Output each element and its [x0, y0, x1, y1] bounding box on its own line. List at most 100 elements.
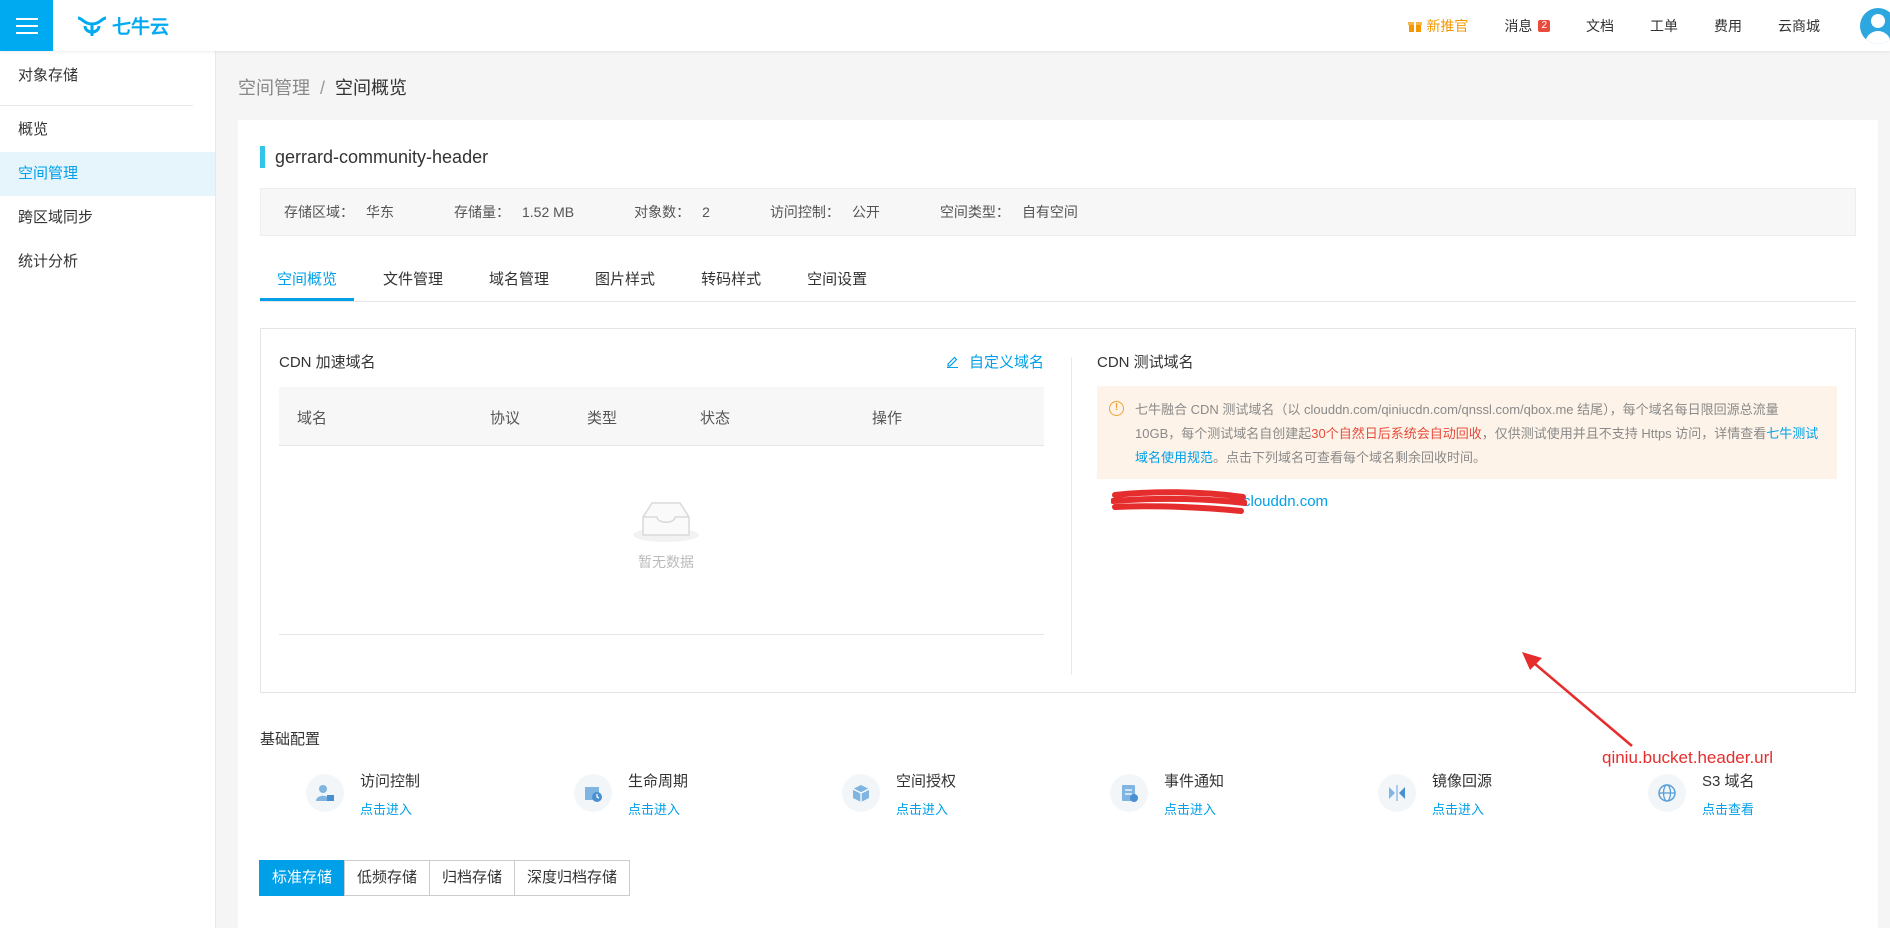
col-actions: 操作	[872, 410, 903, 427]
feature-name: 镜像回源	[1432, 773, 1493, 790]
sidebar-title[interactable]: 对象存储	[0, 51, 193, 106]
info-type-value: 自有空间	[1021, 204, 1078, 220]
messages-badge: 2	[1538, 19, 1550, 32]
tab-files[interactable]: 文件管理	[366, 260, 460, 301]
messages-label: 消息	[1504, 17, 1533, 34]
logo-text: 七牛云	[112, 17, 170, 38]
tab-archive-storage[interactable]: 归档存储	[429, 860, 516, 896]
feature-name: 事件通知	[1164, 773, 1225, 790]
messages-link[interactable]: 消息 2	[1504, 16, 1550, 36]
info-objects-value: 2	[702, 204, 710, 220]
feature-lifecycle[interactable]: 生命周期 点击进入	[574, 768, 688, 818]
feature-access-control[interactable]: 访问控制 点击进入	[306, 768, 420, 818]
test-domain-notice: ! 七牛融合 CDN 测试域名（以 clouddn.com/qiniucdn.c…	[1097, 386, 1837, 479]
basic-config-title: 基础配置	[260, 731, 321, 748]
bucket-tabs: 空间概览 文件管理 域名管理 图片样式 转码样式 空间设置	[260, 260, 1856, 302]
event-notify-icon	[1110, 774, 1148, 812]
market-link[interactable]: 云商城	[1778, 16, 1820, 36]
empty-text: 暂无数据	[638, 554, 694, 570]
feature-link[interactable]: 点击进入	[1164, 799, 1224, 818]
info-type-label: 空间类型：	[939, 204, 1010, 220]
info-region-value: 华东	[366, 204, 394, 220]
feature-link[interactable]: 点击进入	[360, 799, 420, 818]
info-access-value: 公开	[851, 204, 880, 220]
tab-infrequent-storage[interactable]: 低频存储	[344, 860, 431, 896]
logo[interactable]: 七牛云	[76, 12, 169, 39]
feature-name: 生命周期	[628, 773, 689, 790]
menu-icon[interactable]	[0, 0, 53, 51]
breadcrumb-current: 空间概览	[335, 78, 408, 98]
annotation-text: qiniu.bucket.header.url	[1602, 748, 1774, 767]
test-domain-title: CDN 测试域名	[1097, 354, 1194, 371]
tab-overview[interactable]: 空间概览	[260, 260, 355, 301]
col-status: 状态	[700, 410, 731, 427]
feature-link[interactable]: 点击查看	[1702, 799, 1755, 818]
info-access: 访问控制： 公开	[770, 202, 880, 222]
tab-deep-archive-storage[interactable]: 深度归档存储	[514, 860, 631, 896]
bucket-info-bar: 存储区域： 华东 存储量： 1.52 MB 对象数： 2 访问控制： 公开 空间类型： 自…	[260, 188, 1856, 236]
info-objects-label: 对象数：	[634, 204, 691, 220]
billing-link[interactable]: 费用	[1714, 16, 1742, 36]
feature-mirror[interactable]: 镜像回源 点击进入	[1378, 768, 1492, 818]
top-bar: 七牛云 新推官 消息 2 文档 工单 费用 云商城	[0, 0, 1890, 51]
globe-icon	[1648, 774, 1686, 812]
promo-link[interactable]: 新推官	[1408, 16, 1468, 36]
feature-event-notify[interactable]: 事件通知 点击进入	[1110, 768, 1224, 818]
feature-link[interactable]: 点击进入	[896, 799, 956, 818]
tab-transcode-styles[interactable]: 转码样式	[684, 260, 778, 301]
feature-authorization[interactable]: 空间授权 点击进入	[842, 768, 956, 818]
sidebar-item-overview[interactable]: 概览	[0, 108, 215, 152]
feature-s3-domain[interactable]: S3 域名点击查看	[1648, 768, 1755, 818]
empty-state: 暂无数据	[630, 495, 702, 572]
tab-settings[interactable]: 空间设置	[790, 260, 884, 301]
redaction-scribble	[1111, 489, 1247, 514]
bucket-name: gerrard-community-header	[260, 146, 488, 168]
top-nav: 新推官 消息 2 文档 工单 费用 云商城	[1408, 0, 1890, 51]
sidebar: 对象存储 概览 空间管理 跨区域同步 统计分析	[0, 51, 216, 928]
gift-icon	[1408, 21, 1423, 32]
tab-standard-storage[interactable]: 标准存储	[259, 860, 346, 896]
notice-text-3: 。点击下列域名可查看每个域名剩余回收时间。	[1213, 450, 1487, 465]
warning-icon: !	[1109, 401, 1124, 416]
tickets-link[interactable]: 工单	[1650, 16, 1678, 36]
sidebar-item-bucket-management[interactable]: 空间管理	[0, 152, 215, 196]
breadcrumb-separator: /	[320, 78, 326, 98]
cdn-table-header: 域名 协议 类型 状态 操作	[279, 387, 1044, 446]
feature-name: 空间授权	[896, 773, 957, 790]
sidebar-item-cross-region-sync[interactable]: 跨区域同步	[0, 196, 215, 240]
empty-box-icon	[633, 502, 699, 542]
cdn-panel: CDN 加速域名 自定义域名 域名 协议 类型 状态 操作 暂无数据 CDN 测…	[260, 328, 1856, 693]
notice-text-2: ，仅供测试使用并且不支持 Https 访问，详情查看	[1481, 426, 1767, 441]
docs-link[interactable]: 文档	[1586, 16, 1614, 36]
avatar[interactable]	[1860, 7, 1890, 44]
feature-name: 访问控制	[360, 773, 421, 790]
feature-link[interactable]: 点击进入	[628, 799, 688, 818]
sidebar-item-statistics[interactable]: 统计分析	[0, 240, 215, 284]
col-protocol: 协议	[490, 410, 521, 427]
custom-domain-button[interactable]: 自定义域名	[946, 351, 1044, 372]
info-size-value: 1.52 MB	[522, 204, 575, 220]
tab-image-styles[interactable]: 图片样式	[578, 260, 672, 301]
feature-link[interactable]: 点击进入	[1432, 799, 1492, 818]
test-domain-section: CDN 测试域名 ! 七牛融合 CDN 测试域名（以 clouddn.com/q…	[1097, 329, 1837, 692]
annotation-arrow	[1522, 652, 1633, 747]
cdn-domain-title: CDN 加速域名	[279, 354, 376, 371]
cdn-domain-section: CDN 加速域名 自定义域名 域名 协议 类型 状态 操作 暂无数据	[279, 329, 1044, 692]
feature-name: S3 域名	[1702, 773, 1755, 790]
info-size: 存储量： 1.52 MB	[454, 202, 574, 222]
mirror-icon	[1378, 774, 1416, 812]
bucket-card: gerrard-community-header 存储区域： 华东 存储量： 1.5…	[238, 120, 1878, 928]
breadcrumb-parent[interactable]: 空间管理	[238, 78, 310, 98]
tab-domains[interactable]: 域名管理	[472, 260, 566, 301]
breadcrumb: 空间管理 / 空间概览	[238, 74, 407, 100]
qiniu-logo-icon	[77, 16, 107, 36]
notice-text-warning: 30个自然日后系统会自动回收	[1311, 426, 1482, 441]
col-type: 类型	[587, 410, 618, 427]
info-type: 空间类型： 自有空间	[940, 202, 1078, 222]
lifecycle-icon	[574, 774, 612, 812]
storage-class-tabs: 标准存储 低频存储 归档存储 深度归档存储	[259, 860, 631, 896]
info-size-label: 存储量：	[454, 204, 510, 220]
info-objects: 对象数： 2	[634, 202, 710, 222]
col-domain: 域名	[297, 410, 328, 427]
access-control-icon	[306, 774, 344, 812]
